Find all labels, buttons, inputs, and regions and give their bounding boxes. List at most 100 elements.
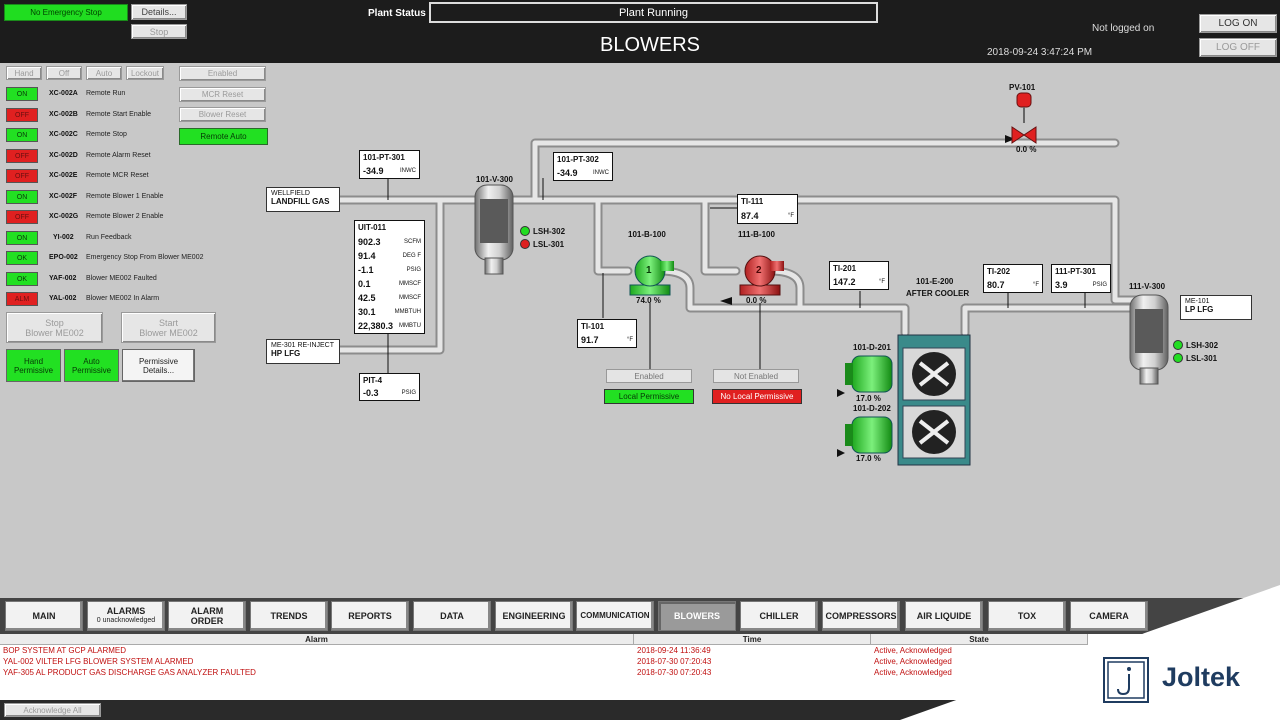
alarm-time: 2018-07-30 07:20:43 [637, 668, 712, 677]
me301-line1: ME-301 RE-INJECT [271, 342, 335, 349]
nav-alarm-order[interactable]: ALARM ORDER [168, 601, 246, 631]
after-cooler [897, 334, 971, 466]
log-off-button[interactable]: LOG OFF [1199, 38, 1277, 57]
nav-main[interactable]: MAIN [5, 601, 83, 631]
pit-4-tag: PIT-4 [363, 376, 383, 385]
ti-201-value: 147.2 [833, 277, 856, 287]
uit-unit: MMBTU [399, 323, 421, 329]
uit-value: 0.1 [358, 279, 371, 289]
fan-motor-101-d-201 [845, 355, 893, 393]
vessel-101-v-300-label: 101-V-300 [476, 175, 513, 184]
alarm-text[interactable]: YAL-002 VILTER LFG BLOWER SYSTEM ALARMED [3, 657, 193, 668]
nav-blowers[interactable]: BLOWERS [658, 601, 736, 631]
log-on-button[interactable]: LOG ON [1199, 14, 1277, 33]
uit-value: -1.1 [358, 265, 374, 275]
nav-alarms[interactable]: ALARMS 0 unacknowledged [87, 601, 165, 631]
lsl-301-label: LSL-301 [533, 240, 565, 249]
vessel-101-v-300 [474, 184, 514, 275]
pt-302-box: 101-PT-302 -34.9 INWC [553, 152, 613, 181]
blower-1-local-permissive: Local Permissive [604, 389, 694, 404]
nav-reports[interactable]: REPORTS [331, 601, 409, 631]
valve-pv-101-label: PV-101 [1009, 83, 1036, 92]
nav-chiller[interactable]: CHILLER [740, 601, 818, 631]
pt-301-tag: 101-PT-301 [363, 153, 405, 162]
joltek-brand: Joltek [1162, 662, 1241, 692]
ti-202-tag: TI-202 [987, 267, 1011, 276]
blowers-panel: Hand Off Auto Lockout Enabled MCR Reset … [0, 63, 1280, 598]
stop-button[interactable]: Stop [131, 24, 187, 39]
process-diagram [335, 92, 1169, 466]
nav-sub: 0 unacknowledged [96, 617, 156, 624]
valve-pv-101-position: 0.0 % [1016, 145, 1037, 154]
pt-301-box: 101-PT-301 -34.9 INWC [359, 150, 420, 179]
nav-data[interactable]: DATA [413, 601, 491, 631]
nav-label: BLOWERS [674, 611, 720, 621]
uit-unit: PSIG [406, 267, 421, 273]
pt-301-value: -34.9 [363, 166, 384, 176]
uit-value: 902.3 [358, 237, 381, 247]
cooler-name: AFTER COOLER [906, 289, 970, 298]
blower-2-number: 2 [756, 265, 762, 276]
vessel-111-v-300-label: 111-V-300 [1129, 282, 1166, 291]
uit-011-box: UIT-011 902.3 SCFM 91.4 DEG F -1.1 PSIG … [354, 220, 425, 334]
nav-label: DATA [440, 611, 464, 621]
uit-value: 22,380.3 [358, 321, 394, 331]
nav-label: ALARMS [106, 606, 146, 616]
joltek-logo-icon [1103, 657, 1149, 703]
lsh-302-lamp [520, 226, 530, 236]
nav-sub: ORDER [190, 616, 224, 626]
pt-111-unit: PSIG [1092, 282, 1107, 288]
cooler-tag: 101-E-200 [916, 277, 954, 286]
uit-unit: SCFM [404, 239, 421, 245]
me301-outlet: ME-301 RE-INJECT HP LFG [266, 339, 340, 364]
ti-111-box: TI-111 87.4 °F [737, 194, 798, 224]
page-title: BLOWERS [600, 34, 701, 56]
fan-101-d-202-label: 101-D-202 [853, 404, 891, 413]
wellfield-line1: WELLFIELD [271, 190, 310, 197]
fan-101-d-202-speed: 17.0 % [856, 454, 881, 463]
pt-111-tag: 111-PT-301 [1055, 267, 1096, 276]
ti-201-tag: TI-201 [833, 264, 857, 273]
uit-011-tag: UIT-011 [358, 223, 387, 232]
nav-label: COMMUNICATION [580, 611, 650, 620]
alarm-text[interactable]: YAF-305 AL PRODUCT GAS DISCHARGE GAS ANA… [3, 668, 256, 679]
uit-value: 30.1 [358, 307, 376, 317]
lsl-301-lamp [520, 239, 530, 249]
pt-302-tag: 101-PT-302 [557, 155, 599, 164]
alarm-time: 2018-07-30 07:20:43 [637, 657, 712, 666]
ti-111-value: 87.4 [741, 211, 759, 221]
brand-banner [900, 585, 1280, 720]
uit-unit: DEG F [402, 253, 421, 259]
uit-unit: MMSCF [399, 295, 421, 301]
blower-2-local-permissive: No Local Permissive [712, 389, 802, 404]
blower-111-b-100-label: 111-B-100 [738, 230, 775, 239]
pt-301-unit: INWC [400, 168, 416, 174]
blower-1-number: 1 [646, 265, 652, 276]
fan-motor-101-d-202 [845, 416, 893, 454]
fan-101-d-201-speed: 17.0 % [856, 394, 881, 403]
nav-label: TRENDS [270, 611, 308, 621]
nav-compressors[interactable]: COMPRESSORS [822, 601, 900, 631]
nav-communication[interactable]: COMMUNICATION [576, 601, 654, 631]
nav-trends[interactable]: TRENDS [250, 601, 328, 631]
details-button[interactable]: Details... [131, 4, 187, 20]
ti-111-tag: TI-111 [741, 197, 764, 206]
me101-line2: LP LFG [1185, 305, 1214, 314]
me101-outlet: ME-101 LP LFG [1180, 295, 1252, 320]
blower-1-speed: 74.0 % [636, 296, 661, 305]
nav-label: CHILLER [759, 611, 799, 621]
nav-label: ALARM [190, 606, 224, 616]
alarm-time: 2018-09-24 11:36:49 [637, 646, 711, 655]
nav-label: REPORTS [348, 611, 392, 621]
blower-2-enabled: Not Enabled [713, 369, 799, 383]
alarm-text[interactable]: BOP SYSTEM AT GCP ALARMED [3, 646, 126, 657]
acknowledge-all-button[interactable]: Acknowledge All [4, 703, 101, 717]
uit-unit: MMBTUH [394, 309, 421, 315]
pit-4-value: -0.3 [363, 388, 379, 398]
ti-201-box: TI-201 147.2 °F [829, 261, 889, 290]
lsh-302-label: LSH-302 [1186, 341, 1219, 350]
time-column-header: Time [634, 634, 871, 645]
pt-111-value: 3.9 [1055, 280, 1068, 290]
ti-101-box: TI-101 91.7 °F [577, 319, 637, 348]
nav-engineering[interactable]: ENGINEERING [495, 601, 573, 631]
